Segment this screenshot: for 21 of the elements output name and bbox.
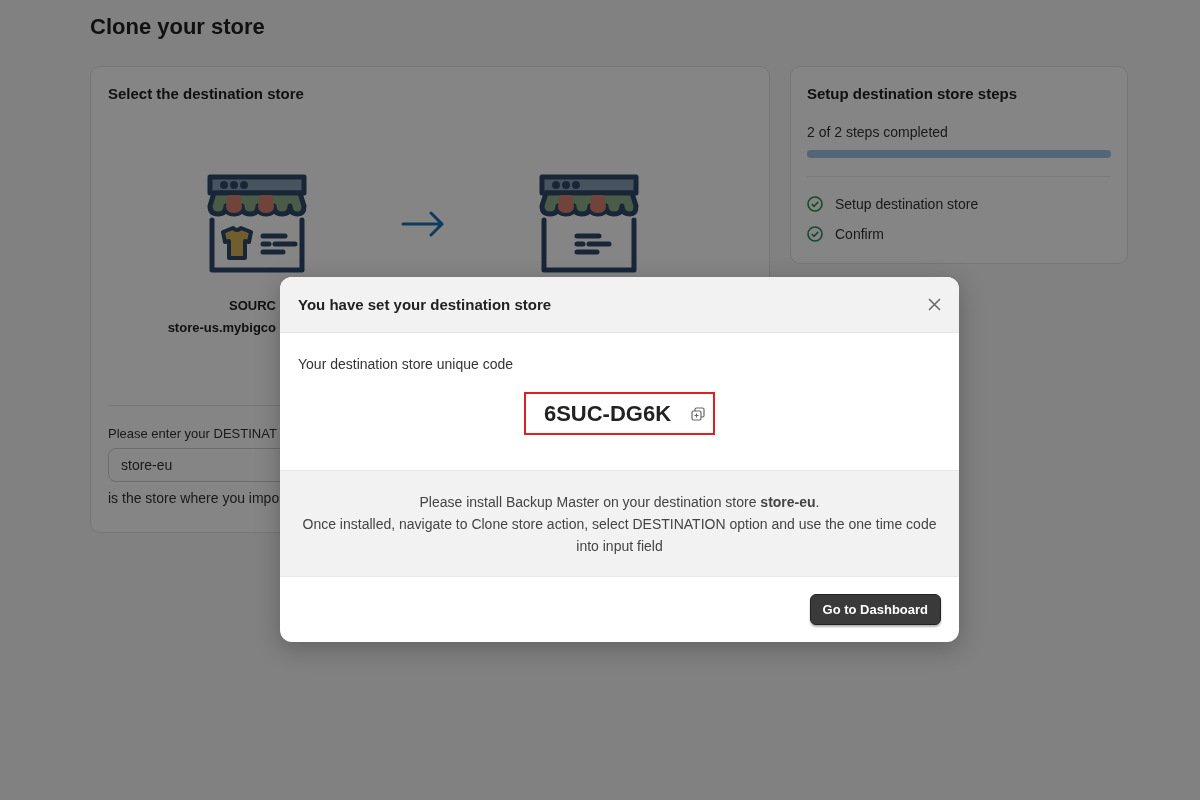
instruction-text: Please install Backup Master on your destination store store-eu.: [418, 493, 821, 512]
copy-icon[interactable]: [691, 406, 706, 421]
modal-title: You have set your destination store: [298, 296, 552, 313]
card-title: Setup destination store steps: [807, 85, 1018, 102]
source-store-url: store-us.mybigco: [167, 320, 276, 335]
instruction-text: Once installed, navigate to Clone store action, select DESTINATION option and use the one time code into input field: [301, 515, 938, 556]
code-label: Your destination store unique code: [298, 356, 514, 372]
close-icon[interactable]: [928, 298, 941, 311]
go-to-dashboard-button[interactable]: Go to Dashboard: [809, 594, 941, 625]
source-label: SOURC: [229, 298, 276, 313]
unique-code: 6SUC-DG6K: [543, 400, 672, 427]
progress-text: 2 of 2 steps completed: [807, 124, 948, 140]
step-label: Confirm: [835, 226, 884, 242]
arrow-icon: [401, 211, 445, 237]
input-hint: is the store where you impo: [108, 490, 280, 506]
card-title: Select the destination store: [108, 85, 304, 102]
page-title: Clone your store: [90, 14, 265, 40]
store-icon: [539, 174, 639, 274]
store-icon: [207, 174, 307, 274]
input-label: Please enter your DESTINAT: [108, 426, 277, 441]
step-label: Setup destination store: [835, 196, 979, 212]
